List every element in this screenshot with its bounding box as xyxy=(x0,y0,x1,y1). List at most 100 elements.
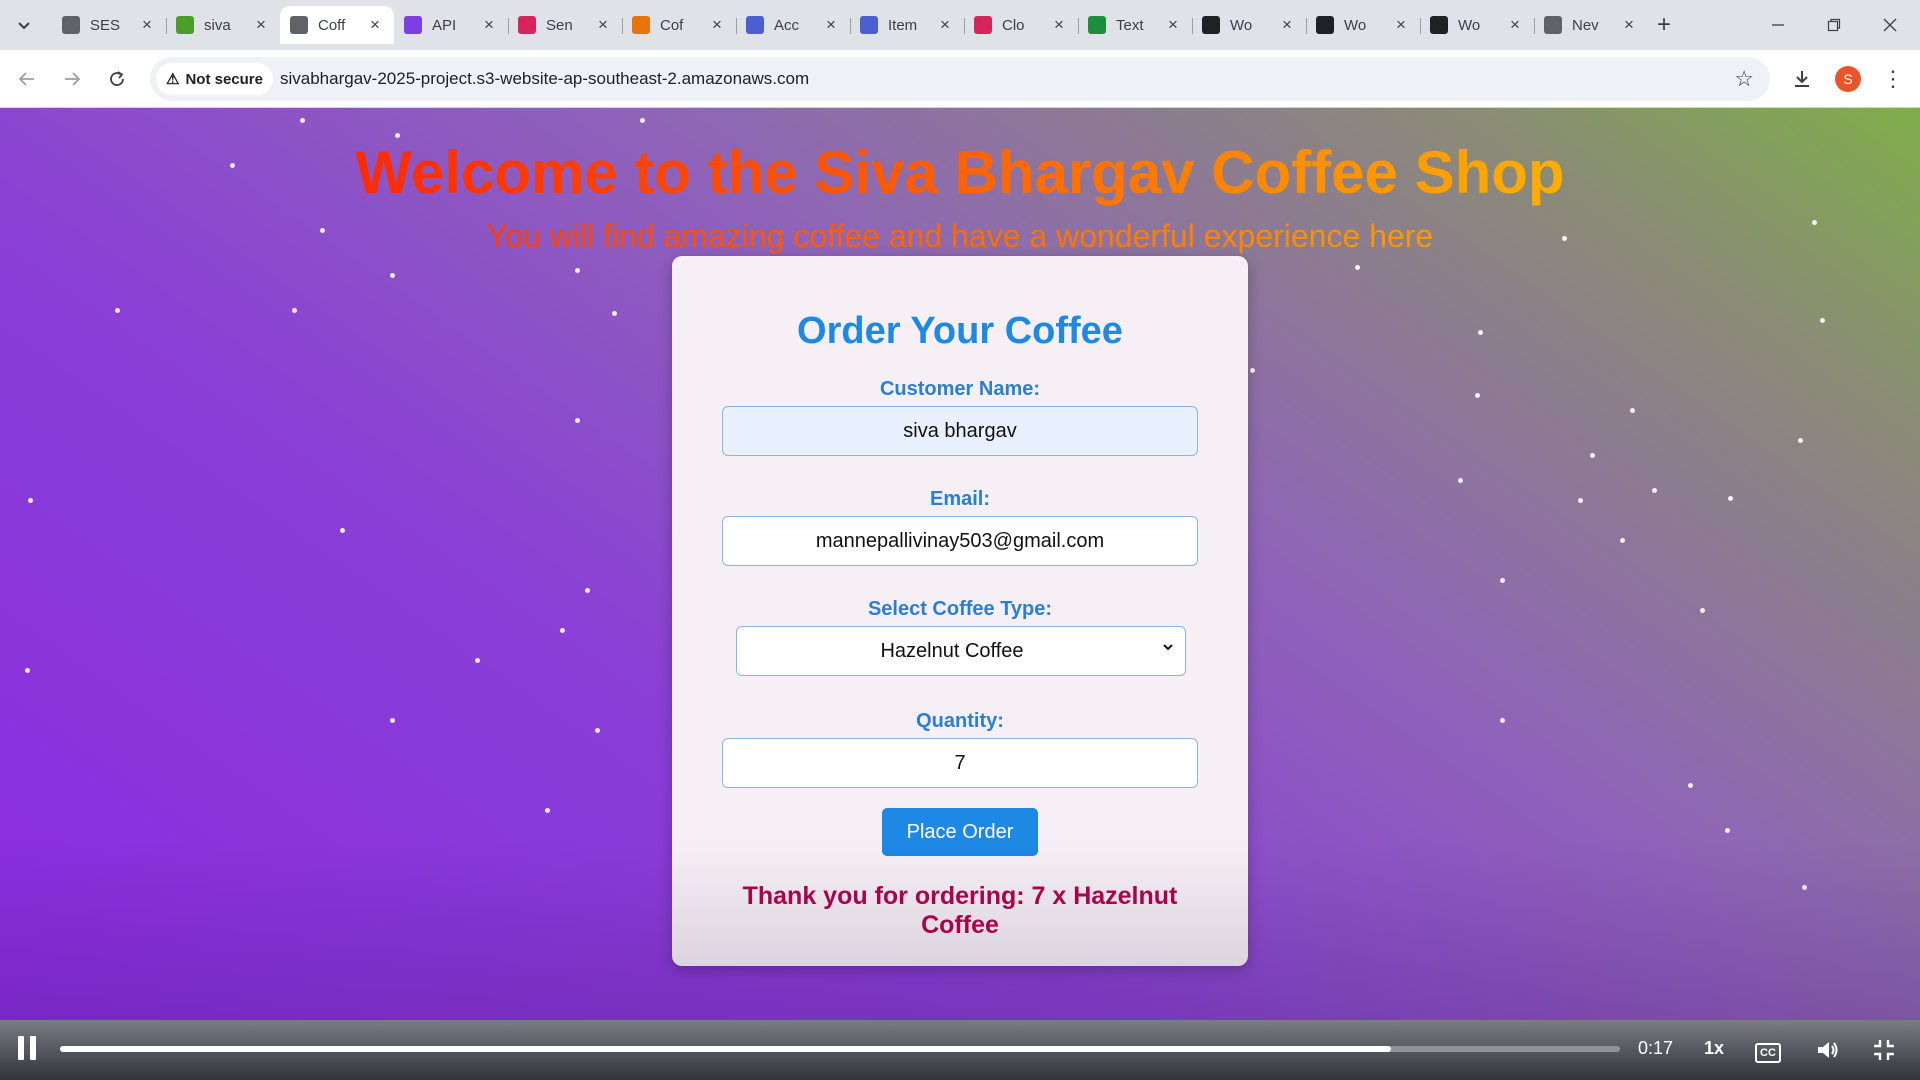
browser-tab-strip: SES × siva × Coff × API × Sen × Cof × Acc × Item × Clo × T… xyxy=(0,0,1920,50)
browser-tab[interactable]: Wo × xyxy=(1306,6,1420,44)
tab-title: Cof xyxy=(660,16,684,34)
tab-title: Wo xyxy=(1344,16,1367,34)
tab-close-icon[interactable]: × xyxy=(708,15,726,34)
video-player-controls: 0:17 1x CC xyxy=(0,1020,1920,1080)
browser-tab[interactable]: Coff × xyxy=(280,6,394,44)
tab-close-icon[interactable]: × xyxy=(1392,15,1410,34)
captions-button[interactable]: CC xyxy=(1752,1034,1784,1066)
star-dot xyxy=(560,628,565,633)
w-favicon-icon xyxy=(1430,16,1448,34)
sns-favicon-icon xyxy=(518,16,536,34)
tab-close-icon[interactable]: × xyxy=(822,15,840,34)
star-dot xyxy=(575,418,580,423)
restore-button[interactable] xyxy=(1806,0,1862,50)
customer-name-label: Customer Name: xyxy=(879,378,1041,400)
security-label: Not secure xyxy=(185,70,263,88)
quantity-label: Quantity: xyxy=(916,710,1004,732)
chevron-down-icon xyxy=(1163,644,1173,651)
tab-title: SES xyxy=(90,16,121,34)
closed-captions-icon: CC xyxy=(1755,1043,1781,1063)
browser-tab[interactable]: siva × xyxy=(166,6,280,44)
browser-tab[interactable]: Nev × xyxy=(1534,6,1648,44)
progress-track[interactable] xyxy=(60,1046,1620,1052)
place-order-button[interactable]: Place Order xyxy=(882,808,1038,856)
tab-close-icon[interactable]: × xyxy=(1506,15,1524,34)
browser-tab[interactable]: Text × xyxy=(1078,6,1192,44)
exit-fullscreen-button[interactable] xyxy=(1868,1034,1900,1066)
reload-button[interactable] xyxy=(100,62,134,96)
tab-close-icon[interactable]: × xyxy=(1620,15,1638,34)
star-dot xyxy=(1630,408,1635,413)
tab-title: Clo xyxy=(1002,16,1025,34)
tab-close-icon[interactable]: × xyxy=(480,15,498,34)
browser-tab[interactable]: Clo × xyxy=(964,6,1078,44)
reload-icon xyxy=(110,71,124,86)
coffee-type-select[interactable]: Hazelnut Coffee xyxy=(736,626,1186,676)
site-security-chip[interactable]: ⚠ Not secure xyxy=(156,63,273,95)
order-form-card: Order Your Coffee Customer Name: Email: … xyxy=(672,256,1248,966)
tab-close-icon[interactable]: × xyxy=(1164,15,1182,34)
dynamodb-favicon-icon xyxy=(860,16,878,34)
tab-title: Wo xyxy=(1458,16,1481,34)
star-dot xyxy=(1500,718,1505,723)
pause-button[interactable] xyxy=(18,1036,44,1064)
tab-close-icon[interactable]: × xyxy=(1050,15,1068,34)
quantity-input[interactable] xyxy=(722,738,1198,788)
close-window-button[interactable] xyxy=(1862,0,1918,50)
minimize-button[interactable] xyxy=(1750,0,1806,50)
browser-menu-button[interactable]: ⋮ xyxy=(1880,62,1906,96)
tab-title: Item xyxy=(888,16,918,34)
star-dot xyxy=(1725,828,1730,833)
tab-title: Wo xyxy=(1230,16,1253,34)
tab-close-icon[interactable]: × xyxy=(594,15,612,34)
browser-tab[interactable]: API × xyxy=(394,6,508,44)
url-text[interactable]: sivabhargav-2025-project.s3-website-ap-s… xyxy=(280,69,809,89)
browser-tab[interactable]: Acc × xyxy=(736,6,850,44)
bookmark-star-icon[interactable]: ☆ xyxy=(1734,66,1754,92)
minimize-icon xyxy=(1772,24,1784,26)
browser-tab[interactable]: Wo × xyxy=(1420,6,1534,44)
tab-close-icon[interactable]: × xyxy=(936,15,954,34)
new-tab-button[interactable]: + xyxy=(1650,11,1678,39)
playback-speed-button[interactable]: 1x xyxy=(1704,1038,1724,1059)
browser-tab[interactable]: Cof × xyxy=(622,6,736,44)
plus-icon: + xyxy=(1656,11,1671,38)
form-title: Order Your Coffee xyxy=(797,310,1123,352)
star-dot xyxy=(1688,783,1693,788)
email-label: Email: xyxy=(929,488,991,510)
tab-search-button[interactable] xyxy=(10,11,38,39)
browser-tab[interactable]: Wo × xyxy=(1192,6,1306,44)
forward-button[interactable] xyxy=(55,62,89,96)
star-dot xyxy=(1802,885,1807,890)
back-button[interactable] xyxy=(10,62,44,96)
star-dot xyxy=(340,528,345,533)
gear-favicon-icon xyxy=(62,16,80,34)
star-dot xyxy=(115,308,120,313)
hero-title: Welcome to the Siva Bhargav Coffee Shop xyxy=(350,138,1570,207)
browser-tab[interactable]: SES × xyxy=(52,6,166,44)
restore-icon xyxy=(1827,18,1841,32)
chevron-down-icon xyxy=(18,22,30,30)
tab-close-icon[interactable]: × xyxy=(138,15,156,34)
address-bar[interactable]: ⚠ Not secure sivabhargav-2025-project.s3… xyxy=(150,57,1770,101)
email-input[interactable] xyxy=(722,516,1198,566)
hero-title-container: Welcome to the Siva Bhargav Coffee Shop xyxy=(350,138,1570,208)
volume-button[interactable] xyxy=(1812,1034,1844,1066)
pause-icon-bar xyxy=(30,1036,36,1060)
globe-favicon-icon xyxy=(290,16,308,34)
star-dot xyxy=(1728,496,1733,501)
profile-avatar[interactable]: S xyxy=(1835,66,1861,92)
browser-tab[interactable]: Item × xyxy=(850,6,964,44)
playback-time: 0:17 xyxy=(1638,1038,1674,1058)
star-dot xyxy=(575,268,580,273)
tab-close-icon[interactable]: × xyxy=(1278,15,1296,34)
tab-title: Coff xyxy=(318,16,346,34)
star-dot xyxy=(545,808,550,813)
tab-close-icon[interactable]: × xyxy=(366,15,384,34)
star-dot xyxy=(230,163,235,168)
customer-name-input[interactable] xyxy=(722,406,1198,456)
browser-tab[interactable]: Sen × xyxy=(508,6,622,44)
star-dot xyxy=(390,718,395,723)
tab-close-icon[interactable]: × xyxy=(252,15,270,34)
downloads-button[interactable] xyxy=(1786,62,1818,96)
